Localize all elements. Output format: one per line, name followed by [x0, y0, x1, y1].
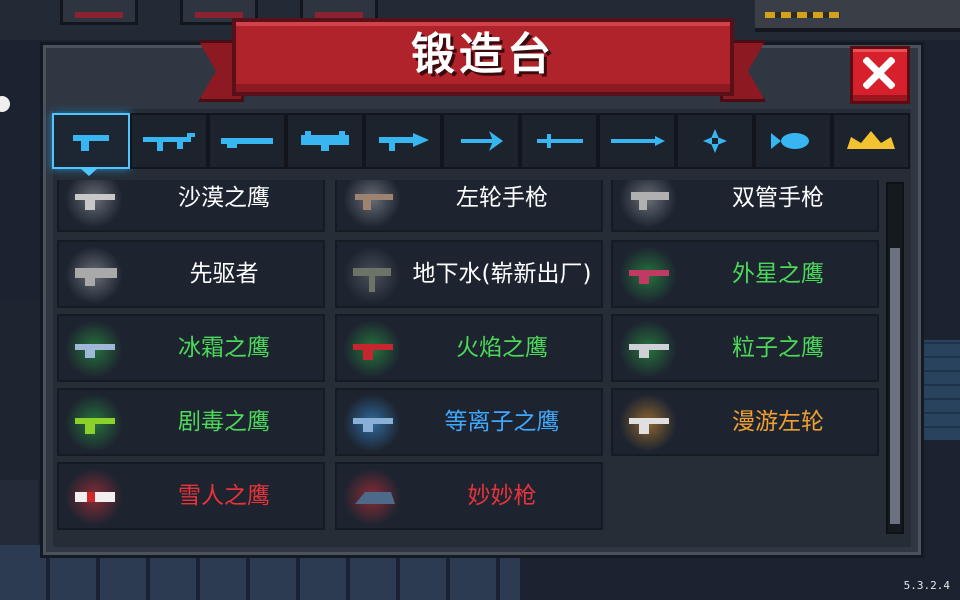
weapon-cell[interactable]: 外星之鹰: [611, 240, 879, 308]
background-rail: [755, 0, 960, 32]
meow-gun-icon: [355, 492, 395, 504]
tab-fish[interactable]: [754, 113, 832, 169]
title-banner: 锻造台: [232, 18, 734, 96]
selected-tab-indicator: [80, 168, 98, 176]
weapon-cell[interactable]: 双管手枪: [611, 180, 879, 232]
weapon-name: 沙漠之鹰: [178, 185, 270, 211]
weapon-name: 火焰之鹰: [456, 335, 548, 361]
smg-icon: [353, 268, 391, 292]
weapon-name: 漫游左轮: [732, 409, 824, 435]
weapon-name: 冰霜之鹰: [178, 335, 270, 361]
pioneer-icon: [75, 268, 117, 286]
weapon-list: 沙漠之鹰 左轮手枪 双管手枪 先驱者 地下水(崭新出厂) 外星之鹰 冰霜之鹰 火…: [57, 180, 881, 530]
frost-eagle-icon: [75, 344, 115, 358]
weapon-name: 粒子之鹰: [732, 335, 824, 361]
weapon-cell[interactable]: 左轮手枪: [335, 180, 603, 232]
weapon-name: 地下水(崭新出厂): [412, 261, 592, 287]
tab-rifle[interactable]: [130, 113, 208, 169]
toxic-eagle-icon: [75, 418, 115, 434]
background-floor: [0, 480, 38, 550]
shuriken-icon: [703, 129, 727, 153]
tab-launcher[interactable]: [286, 113, 364, 169]
weapon-cell[interactable]: 雪人之鹰: [57, 462, 325, 530]
tab-special[interactable]: [832, 113, 910, 169]
double-barrel-pistol-icon: [631, 192, 669, 210]
close-button[interactable]: [850, 46, 910, 104]
roaming-revolver-icon: [629, 418, 669, 434]
weapon-cell[interactable]: 剧毒之鹰: [57, 388, 325, 456]
version-label: 5.3.2.4: [903, 579, 950, 592]
laser-gun-icon: [379, 133, 429, 151]
weapon-name: 外星之鹰: [732, 261, 824, 287]
sword-icon: [537, 134, 583, 148]
weapon-cell[interactable]: 沙漠之鹰: [57, 180, 325, 232]
weapon-name: 双管手枪: [732, 185, 824, 211]
weapon-name: 剧毒之鹰: [178, 409, 270, 435]
shotgun-icon: [221, 138, 273, 148]
pistol-icon: [73, 135, 109, 151]
scrollbar[interactable]: [886, 182, 904, 534]
plasma-eagle-icon: [353, 418, 393, 432]
weapon-cell[interactable]: 地下水(崭新出厂): [335, 240, 603, 308]
crown-icon: [847, 131, 895, 149]
spear-icon: [611, 136, 665, 146]
page-title: 锻造台: [411, 29, 555, 80]
weapon-name: 雪人之鹰: [178, 483, 270, 509]
close-icon: [863, 57, 895, 89]
weapon-cell[interactable]: 先驱者: [57, 240, 325, 308]
tab-pistol[interactable]: [52, 113, 130, 169]
snowman-eagle-icon: [75, 492, 115, 502]
tab-bow[interactable]: [442, 113, 520, 169]
weapon-cell[interactable]: 冰霜之鹰: [57, 314, 325, 382]
background-left-wall: [0, 300, 40, 480]
tab-shuriken[interactable]: [676, 113, 754, 169]
weapon-cell[interactable]: 等离子之鹰: [335, 388, 603, 456]
weapon-name: 妙妙枪: [467, 483, 537, 509]
weapon-cell[interactable]: 火焰之鹰: [335, 314, 603, 382]
joystick-dot[interactable]: [0, 96, 10, 112]
tab-shotgun[interactable]: [208, 113, 286, 169]
category-tabs: [52, 113, 910, 169]
revolver-icon: [355, 194, 393, 210]
tab-laser[interactable]: [364, 113, 442, 169]
background-window: [918, 340, 960, 440]
particle-eagle-icon: [629, 344, 669, 358]
desert-eagle-icon: [75, 194, 115, 210]
background-crate: [60, 0, 138, 25]
bow-icon: [461, 131, 503, 151]
tab-sword[interactable]: [520, 113, 598, 169]
tab-spear[interactable]: [598, 113, 676, 169]
weapon-cell[interactable]: 妙妙枪: [335, 462, 603, 530]
weapon-name: 等离子之鹰: [444, 409, 560, 435]
flame-eagle-icon: [353, 344, 393, 360]
weapon-name: 左轮手枪: [456, 185, 548, 211]
rifle-icon: [143, 133, 195, 151]
weapon-name: 先驱者: [189, 261, 259, 287]
weapon-cell[interactable]: 漫游左轮: [611, 388, 879, 456]
weapon-cell[interactable]: 粒子之鹰: [611, 314, 879, 382]
fish-icon: [771, 133, 809, 149]
alien-eagle-icon: [629, 270, 669, 284]
scrollbar-thumb[interactable]: [890, 248, 900, 524]
launcher-icon: [301, 131, 349, 151]
